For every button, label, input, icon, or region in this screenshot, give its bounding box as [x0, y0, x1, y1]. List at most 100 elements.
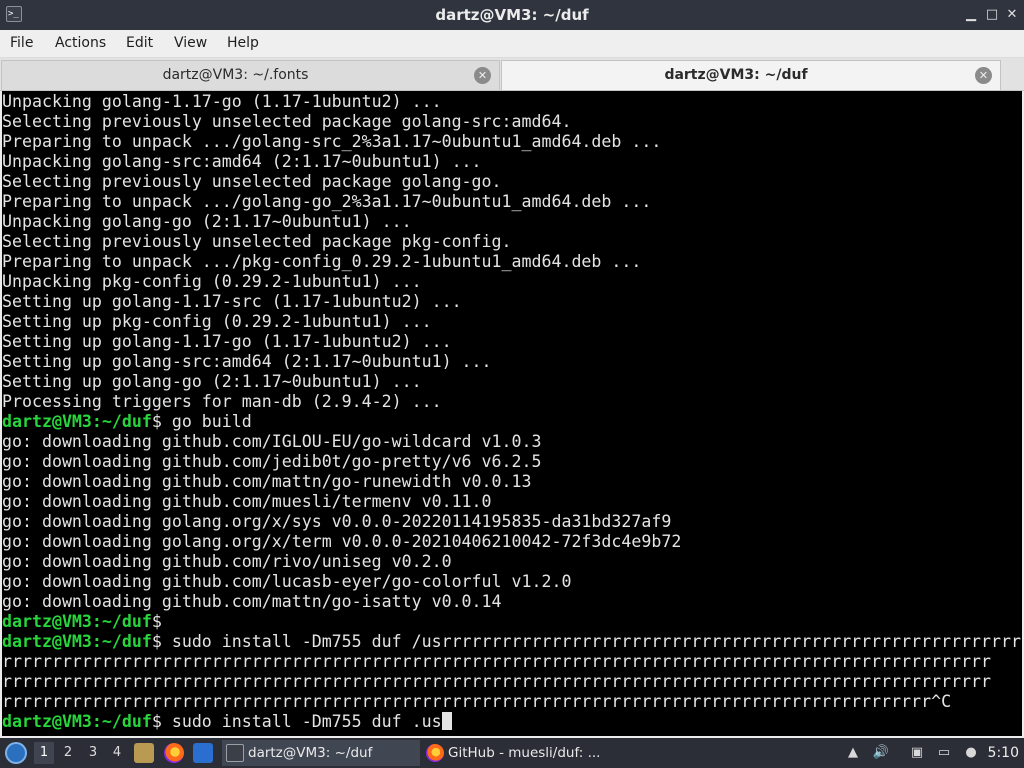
terminal-line: Selecting previously unselected package … [2, 112, 1022, 132]
output-text: go: downloading github.com/lucasb-eyer/g… [2, 572, 572, 591]
command-text: $ sudo install -Dm755 duf /usrrrrrrrrrrr… [151, 632, 1024, 651]
tab-close-icon[interactable]: ✕ [975, 67, 992, 84]
clipboard-icon[interactable]: ▣ [908, 744, 926, 762]
terminal-line: Preparing to unpack .../golang-src_2%3a1… [2, 132, 1022, 152]
menu-file[interactable]: File [8, 30, 35, 58]
file-manager-icon[interactable] [134, 743, 154, 763]
output-text: go: downloading golang.org/x/sys v0.0.0-… [2, 512, 672, 531]
task-terminal[interactable]: dartz@VM3: ~/duf [222, 740, 420, 766]
clock[interactable]: 5:10 [988, 738, 1019, 768]
output-text: Setting up golang-src:amd64 (2:1.17~0ubu… [2, 352, 492, 371]
terminal-line: Processing triggers for man-db (2.9.4-2)… [2, 392, 1022, 412]
output-text: Setting up golang-1.17-src (1.17-1ubuntu… [2, 292, 462, 311]
maximize-button[interactable]: □ [982, 5, 1002, 25]
volume-icon[interactable]: 🔊 [872, 744, 890, 762]
menu-actions[interactable]: Actions [53, 30, 108, 58]
prompt-user-host: dartz@VM3: [2, 612, 102, 631]
task-label: GitHub - muesli/duf: ... [448, 745, 601, 761]
terminal-line: dartz@VM3:~/duf$ [2, 612, 1022, 632]
task-firefox[interactable]: GitHub - muesli/duf: ... [422, 740, 617, 766]
terminal-line: Preparing to unpack .../golang-go_2%3a1.… [2, 192, 1022, 212]
notification-icon[interactable]: ● [962, 744, 980, 762]
output-text: Selecting previously unselected package … [2, 232, 512, 251]
output-text: Unpacking golang-1.17-go (1.17-1ubuntu2)… [2, 92, 442, 111]
prompt-user-host: dartz@VM3: [2, 632, 102, 651]
terminal-line: go: downloading github.com/rivo/uniseg v… [2, 552, 1022, 572]
start-menu-icon[interactable] [5, 742, 27, 764]
prompt-path: ~/duf [101, 712, 152, 731]
output-text: Selecting previously unselected package … [2, 172, 502, 191]
taskbar: 1 2 3 4 dartz@VM3: ~/duf GitHub - muesli… [0, 738, 1024, 768]
output-text: go: downloading github.com/muesli/termen… [2, 492, 492, 511]
terminal-line: go: downloading github.com/lucasb-eyer/g… [2, 572, 1022, 592]
terminal-line: Setting up golang-src:amd64 (2:1.17~0ubu… [2, 352, 1022, 372]
tab-fonts[interactable]: dartz@VM3: ~/.fonts ✕ [1, 60, 500, 90]
terminal-line: dartz@VM3:~/duf$ sudo install -Dm755 duf… [2, 632, 1022, 652]
tab-close-icon[interactable]: ✕ [474, 67, 491, 84]
terminal-line: go: downloading github.com/muesli/termen… [2, 492, 1022, 512]
output-text: go: downloading github.com/jedib0t/go-pr… [2, 452, 542, 471]
workspace-1[interactable]: 1 [34, 742, 54, 764]
prompt-path: ~/duf [101, 412, 152, 431]
minimize-button[interactable]: ▁ [961, 5, 981, 25]
terminal-icon [226, 744, 244, 762]
terminal-line: Unpacking golang-go (2:1.17~0ubuntu1) ..… [2, 212, 1022, 232]
output-text: Preparing to unpack .../golang-src_2%3a1… [2, 132, 662, 151]
tab-duf[interactable]: dartz@VM3: ~/duf ✕ [501, 60, 1001, 90]
terminal-line: Selecting previously unselected package … [2, 232, 1022, 252]
terminal-line: dartz@VM3:~/duf$ sudo install -Dm755 duf… [2, 712, 1022, 732]
terminal-line: Setting up golang-1.17-src (1.17-1ubuntu… [2, 292, 1022, 312]
network-icon[interactable]: ▭ [935, 744, 953, 762]
output-text: Unpacking golang-go (2:1.17~0ubuntu1) ..… [2, 212, 412, 231]
close-button[interactable]: ✕ [1002, 5, 1022, 25]
terminal-line: go: downloading golang.org/x/term v0.0.0… [2, 532, 1022, 552]
terminal-line: Setting up golang-1.17-go (1.17-1ubuntu2… [2, 332, 1022, 352]
prompt-path: ~/duf [101, 632, 152, 651]
firefox-launcher-icon[interactable] [164, 743, 184, 763]
output-text: go: downloading github.com/mattn/go-rune… [2, 472, 532, 491]
title-bar: >_ dartz@VM3: ~/duf ▁ □ ✕ [0, 0, 1024, 30]
tab-bar: dartz@VM3: ~/.fonts ✕ dartz@VM3: ~/duf ✕ [0, 58, 1024, 91]
firefox-icon [426, 744, 444, 762]
output-text: go: downloading github.com/mattn/go-isat… [2, 592, 502, 611]
terminal-line: Unpacking golang-src:amd64 (2:1.17~0ubun… [2, 152, 1022, 172]
workspace-4[interactable]: 4 [107, 742, 127, 764]
terminal-line: go: downloading github.com/mattn/go-isat… [2, 592, 1022, 612]
text-cursor [441, 712, 452, 730]
output-text: go: downloading golang.org/x/term v0.0.0… [2, 532, 682, 551]
output-text: go: downloading github.com/rivo/uniseg v… [2, 552, 452, 571]
menu-edit[interactable]: Edit [124, 30, 155, 58]
output-text: go: downloading github.com/IGLOU-EU/go-w… [2, 432, 542, 451]
menu-help[interactable]: Help [225, 30, 261, 58]
terminal-line: go: downloading github.com/IGLOU-EU/go-w… [2, 432, 1022, 452]
output-text: Setting up golang-1.17-go (1.17-1ubuntu2… [2, 332, 452, 351]
output-text: Selecting previously unselected package … [2, 112, 572, 131]
terminal-line: dartz@VM3:~/duf$ go build [2, 412, 1022, 432]
terminal-line: rrrrrrrrrrrrrrrrrrrrrrrrrrrrrrrrrrrrrrrr… [2, 692, 1022, 712]
show-desktop-icon[interactable] [193, 743, 213, 763]
output-text: Processing triggers for man-db (2.9.4-2)… [2, 392, 442, 411]
output-text: Preparing to unpack .../pkg-config_0.29.… [2, 252, 642, 271]
output-text: Setting up golang-go (2:1.17~0ubuntu1) .… [2, 372, 422, 391]
task-label: dartz@VM3: ~/duf [248, 745, 373, 761]
workspace-2[interactable]: 2 [58, 742, 78, 764]
menu-view[interactable]: View [172, 30, 209, 58]
terminal-line: go: downloading golang.org/x/sys v0.0.0-… [2, 512, 1022, 532]
terminal-line: Unpacking golang-1.17-go (1.17-1ubuntu2)… [2, 92, 1022, 112]
command-text: $ [151, 612, 162, 631]
command-text: $ go build [151, 412, 252, 431]
update-notifier-icon[interactable]: ▲ [844, 744, 862, 762]
workspace-3[interactable]: 3 [83, 742, 103, 764]
output-text: Unpacking golang-src:amd64 (2:1.17~0ubun… [2, 152, 482, 171]
terminal-line: go: downloading github.com/jedib0t/go-pr… [2, 452, 1022, 472]
terminal-line: Preparing to unpack .../pkg-config_0.29.… [2, 252, 1022, 272]
command-text: $ sudo install -Dm755 duf .us [151, 712, 442, 731]
prompt-path: ~/duf [101, 612, 152, 631]
terminal-line: Setting up golang-go (2:1.17~0ubuntu1) .… [2, 372, 1022, 392]
terminal-line: rrrrrrrrrrrrrrrrrrrrrrrrrrrrrrrrrrrrrrrr… [2, 652, 1022, 672]
output-text: Unpacking pkg-config (0.29.2-1ubuntu1) .… [2, 272, 422, 291]
terminal-output: Unpacking golang-1.17-go (1.17-1ubuntu2)… [2, 92, 1022, 732]
output-text: rrrrrrrrrrrrrrrrrrrrrrrrrrrrrrrrrrrrrrrr… [2, 652, 992, 671]
terminal-view[interactable]: Unpacking golang-1.17-go (1.17-1ubuntu2)… [0, 91, 1024, 738]
tab-label: dartz@VM3: ~/duf [664, 67, 808, 83]
